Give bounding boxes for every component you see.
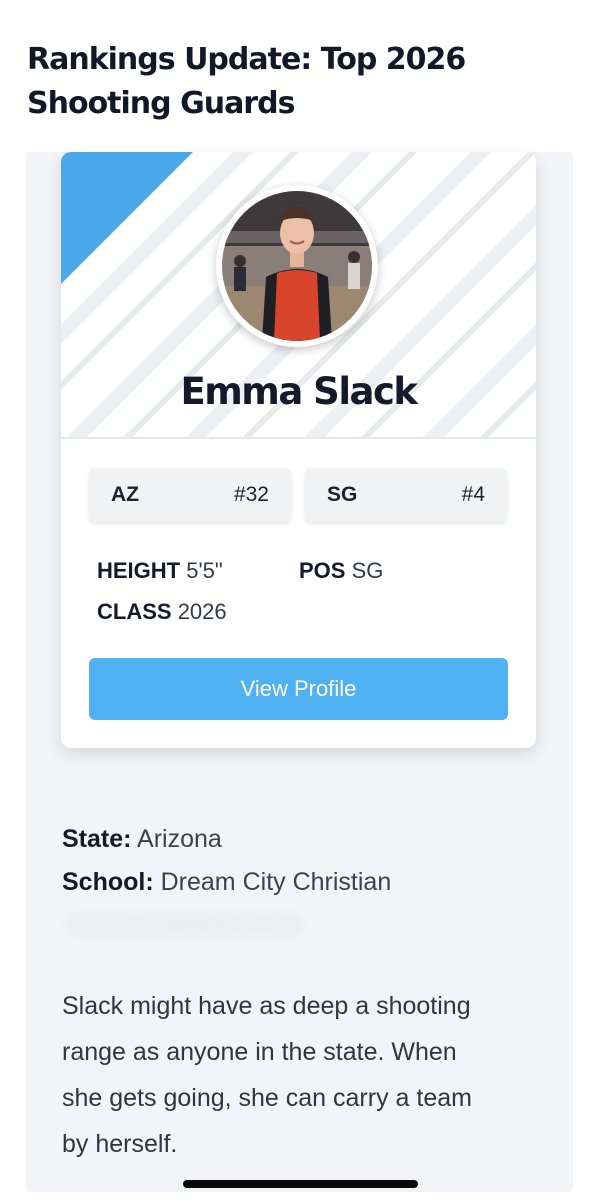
pos-value: SG — [351, 558, 384, 583]
card-header: Emma Slack — [61, 152, 536, 439]
redacted-line — [64, 912, 304, 938]
player-name: Emma Slack — [180, 370, 418, 413]
player-description: Slack might have as deep a shooting rang… — [62, 992, 472, 1158]
height-value: 5'5" — [186, 558, 223, 583]
pos-label: POS — [299, 558, 346, 583]
position-rank-label: SG — [327, 483, 358, 506]
state-rank-label: AZ — [111, 483, 139, 506]
state-rank-box: AZ #32 — [89, 468, 291, 522]
state-line: State: Arizona — [62, 825, 222, 854]
avatar[interactable] — [216, 185, 378, 347]
player-photo — [222, 191, 372, 341]
state-value: Arizona — [137, 825, 222, 853]
height-stat: HEIGHT 5'5" — [97, 558, 223, 584]
class-stat: CLASS 2026 — [97, 599, 227, 625]
position-rank-value: #4 — [461, 483, 485, 506]
class-label: CLASS — [97, 599, 172, 624]
state-label: State: — [62, 825, 132, 853]
state-rank-value: #32 — [233, 483, 269, 506]
pos-stat: POS SG — [299, 558, 383, 584]
position-rank-box: SG #4 — [305, 468, 507, 522]
corner-accent — [61, 152, 193, 284]
class-value: 2026 — [177, 599, 227, 624]
height-label: HEIGHT — [97, 558, 181, 583]
school-value: Dream City Christian — [160, 868, 392, 896]
school-label: School: — [62, 868, 154, 896]
home-indicator[interactable] — [183, 1180, 418, 1188]
view-profile-button[interactable]: View Profile — [89, 658, 508, 720]
player-card: Emma Slack AZ #32 SG #4 HEIGHT 5'5" POS … — [61, 152, 536, 748]
article-title: Rankings Update: Top 2026 Shooting Guard… — [27, 42, 466, 121]
school-line: School: Dream City Christian — [62, 868, 391, 897]
